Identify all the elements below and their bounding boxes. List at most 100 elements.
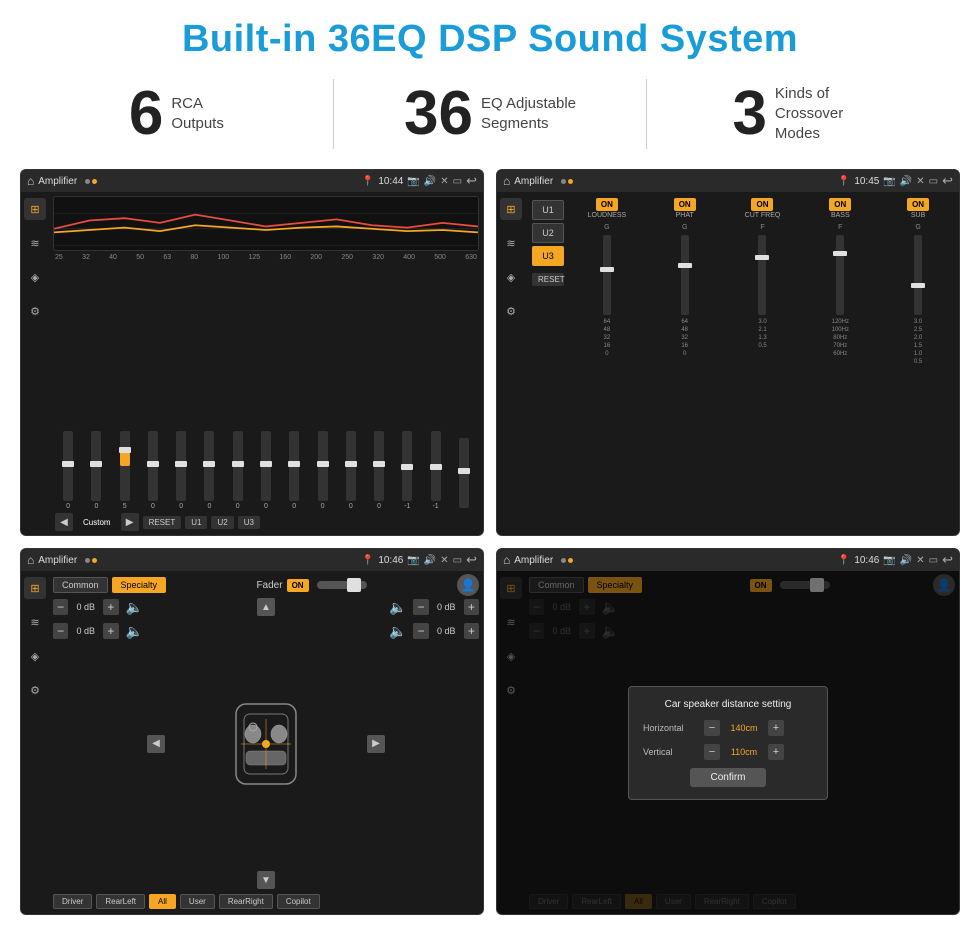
eq-slider-track[interactable] xyxy=(204,431,214,501)
eq-slider-track[interactable] xyxy=(402,431,412,501)
sub-on-btn[interactable]: ON xyxy=(907,198,929,211)
page-title: Built-in 36EQ DSP Sound System xyxy=(182,18,798,61)
eq-u1-btn[interactable]: U1 xyxy=(185,516,207,529)
dot1b xyxy=(561,179,566,184)
dialog-vertical-value: 110cm xyxy=(724,747,764,757)
eq-u3-btn[interactable]: U3 xyxy=(238,516,260,529)
eq-slider-track[interactable] xyxy=(233,431,243,501)
volume-icon: 🔊 xyxy=(424,176,436,187)
fader-body: − 0 dB + 🔈 − 0 dB + 🔈 xyxy=(53,598,479,889)
fader-driver-btn[interactable]: Driver xyxy=(53,894,92,909)
stat-number-crossover: 3 xyxy=(732,83,766,145)
fader-on-btn[interactable]: ON xyxy=(287,579,309,592)
eq-slider-col: 0 xyxy=(168,431,194,510)
eq-reset-btn[interactable]: RESET xyxy=(143,516,182,529)
wave-side-icon[interactable]: ≋ xyxy=(24,232,46,254)
location-icon-3: 📍 xyxy=(362,555,374,566)
fader-copilot-btn[interactable]: Copilot xyxy=(277,894,320,909)
fader-rearright-btn[interactable]: RearRight xyxy=(219,894,273,909)
speaker-side-icon[interactable]: ◈ xyxy=(24,266,46,288)
fader-rearleft-btn[interactable]: RearLeft xyxy=(96,894,145,909)
eq-slider-track[interactable] xyxy=(289,431,299,501)
screen2-status-dots xyxy=(561,179,573,184)
fader-left-btn[interactable]: ◀ xyxy=(147,735,165,753)
eq-side-icon[interactable]: ⊞ xyxy=(24,198,46,220)
fader-plus-1[interactable]: + xyxy=(103,599,118,615)
eq-slider-col: 0 xyxy=(253,431,279,510)
loudness-slider[interactable] xyxy=(603,235,611,315)
dialog-vertical-plus[interactable]: + xyxy=(768,744,784,760)
eq-slider-track[interactable] xyxy=(148,431,158,501)
eq-prev-btn[interactable]: ◀ xyxy=(55,513,73,531)
cross-main: U1 U2 U3 RESET ON LOUDNESS xyxy=(525,192,959,535)
fader-user-btn[interactable]: User xyxy=(180,894,215,909)
dot2c xyxy=(92,558,97,563)
eq-slider-track[interactable] xyxy=(91,431,101,501)
eq-slider-col: 0 xyxy=(366,431,392,510)
settings-side-icon[interactable]: ⚙ xyxy=(24,300,46,322)
fader-plus-2[interactable]: + xyxy=(103,623,118,639)
speaker-side-icon-3[interactable]: ◈ xyxy=(24,645,46,667)
phat-slider[interactable] xyxy=(681,235,689,315)
fader-all-btn[interactable]: All xyxy=(149,894,176,909)
eq-side-icon-2[interactable]: ⊞ xyxy=(500,198,522,220)
cross-u1-btn[interactable]: U1 xyxy=(532,200,564,220)
eq-slider-col: 0 xyxy=(281,431,307,510)
eq-slider-col: 0 xyxy=(309,431,335,510)
eq-slider-track[interactable] xyxy=(176,431,186,501)
phat-on-btn[interactable]: ON xyxy=(674,198,696,211)
settings-side-icon-2[interactable]: ⚙ xyxy=(500,300,522,322)
sub-slider[interactable] xyxy=(914,235,922,315)
fader-common-tab[interactable]: Common xyxy=(53,577,108,593)
bass-slider[interactable] xyxy=(836,235,844,315)
cross-u-buttons: U1 U2 U3 RESET xyxy=(529,196,567,531)
eq-slider-track[interactable] xyxy=(431,431,441,501)
fader-minus-2[interactable]: − xyxy=(53,623,68,639)
fader-plus-4[interactable]: + xyxy=(464,623,479,639)
bass-on-btn[interactable]: ON xyxy=(829,198,851,211)
eq-slider-track[interactable] xyxy=(459,438,469,508)
fader-up-btn[interactable]: ▲ xyxy=(257,598,275,616)
settings-side-icon-3[interactable]: ⚙ xyxy=(24,679,46,701)
cross-u2-btn[interactable]: U2 xyxy=(532,223,564,243)
eq-slider-track[interactable] xyxy=(374,431,384,501)
fader-minus-1[interactable]: − xyxy=(53,599,68,615)
dialog-vertical-minus[interactable]: − xyxy=(704,744,720,760)
fader-down-btn[interactable]: ▼ xyxy=(257,871,275,889)
wave-side-icon-3[interactable]: ≋ xyxy=(24,611,46,633)
fader-plus-3[interactable]: + xyxy=(464,599,479,615)
dialog-horizontal-minus[interactable]: − xyxy=(704,720,720,736)
close-icon-3: ✕ xyxy=(440,555,448,566)
eq-side-icon-3[interactable]: ⊞ xyxy=(24,577,46,599)
eq-freq-labels: 25 32 40 50 63 80 100 125 160 200 250 32… xyxy=(53,254,479,261)
eq-next-btn[interactable]: ▶ xyxy=(121,513,139,531)
eq-custom-btn[interactable]: Custom xyxy=(77,516,117,529)
close-icon: ✕ xyxy=(440,176,448,187)
wave-side-icon-2[interactable]: ≋ xyxy=(500,232,522,254)
loudness-on-btn[interactable]: ON xyxy=(596,198,618,211)
cutfreq-on-btn[interactable]: ON xyxy=(751,198,773,211)
eq-slider-track[interactable] xyxy=(63,431,73,501)
fader-right-controls: 🔈 − 0 dB + 🔈 − 0 dB + xyxy=(389,598,479,889)
fader-minus-3[interactable]: − xyxy=(413,599,428,615)
dot1 xyxy=(85,179,90,184)
eq-slider-track[interactable] xyxy=(346,431,356,501)
fader-minus-4[interactable]: − xyxy=(413,623,428,639)
page-wrapper: Built-in 36EQ DSP Sound System 6 RCAOutp… xyxy=(0,0,980,925)
fader-specialty-tab[interactable]: Specialty xyxy=(112,577,167,593)
dialog-horizontal-plus[interactable]: + xyxy=(768,720,784,736)
eq-slider-track[interactable] xyxy=(120,431,130,501)
eq-u2-btn[interactable]: U2 xyxy=(211,516,233,529)
eq-area: 25 32 40 50 63 80 100 125 160 200 250 32… xyxy=(49,192,483,535)
eq-slider-track[interactable] xyxy=(318,431,328,501)
camera-icon: 📷 xyxy=(407,176,419,187)
dialog-confirm-button[interactable]: Confirm xyxy=(690,768,765,787)
eq-slider-col: 0 xyxy=(83,431,109,510)
cross-reset-btn[interactable]: RESET xyxy=(532,273,564,286)
eq-slider-track[interactable] xyxy=(261,431,271,501)
speaker-side-icon-2[interactable]: ◈ xyxy=(500,266,522,288)
cutfreq-slider[interactable] xyxy=(758,235,766,315)
fader-right-btn[interactable]: ▶ xyxy=(367,735,385,753)
screen3-topbar: ⌂ Amplifier 📍 10:46 📷 🔊 ✕ ▭ ↩ xyxy=(21,549,483,571)
cross-u3-btn[interactable]: U3 xyxy=(532,246,564,266)
